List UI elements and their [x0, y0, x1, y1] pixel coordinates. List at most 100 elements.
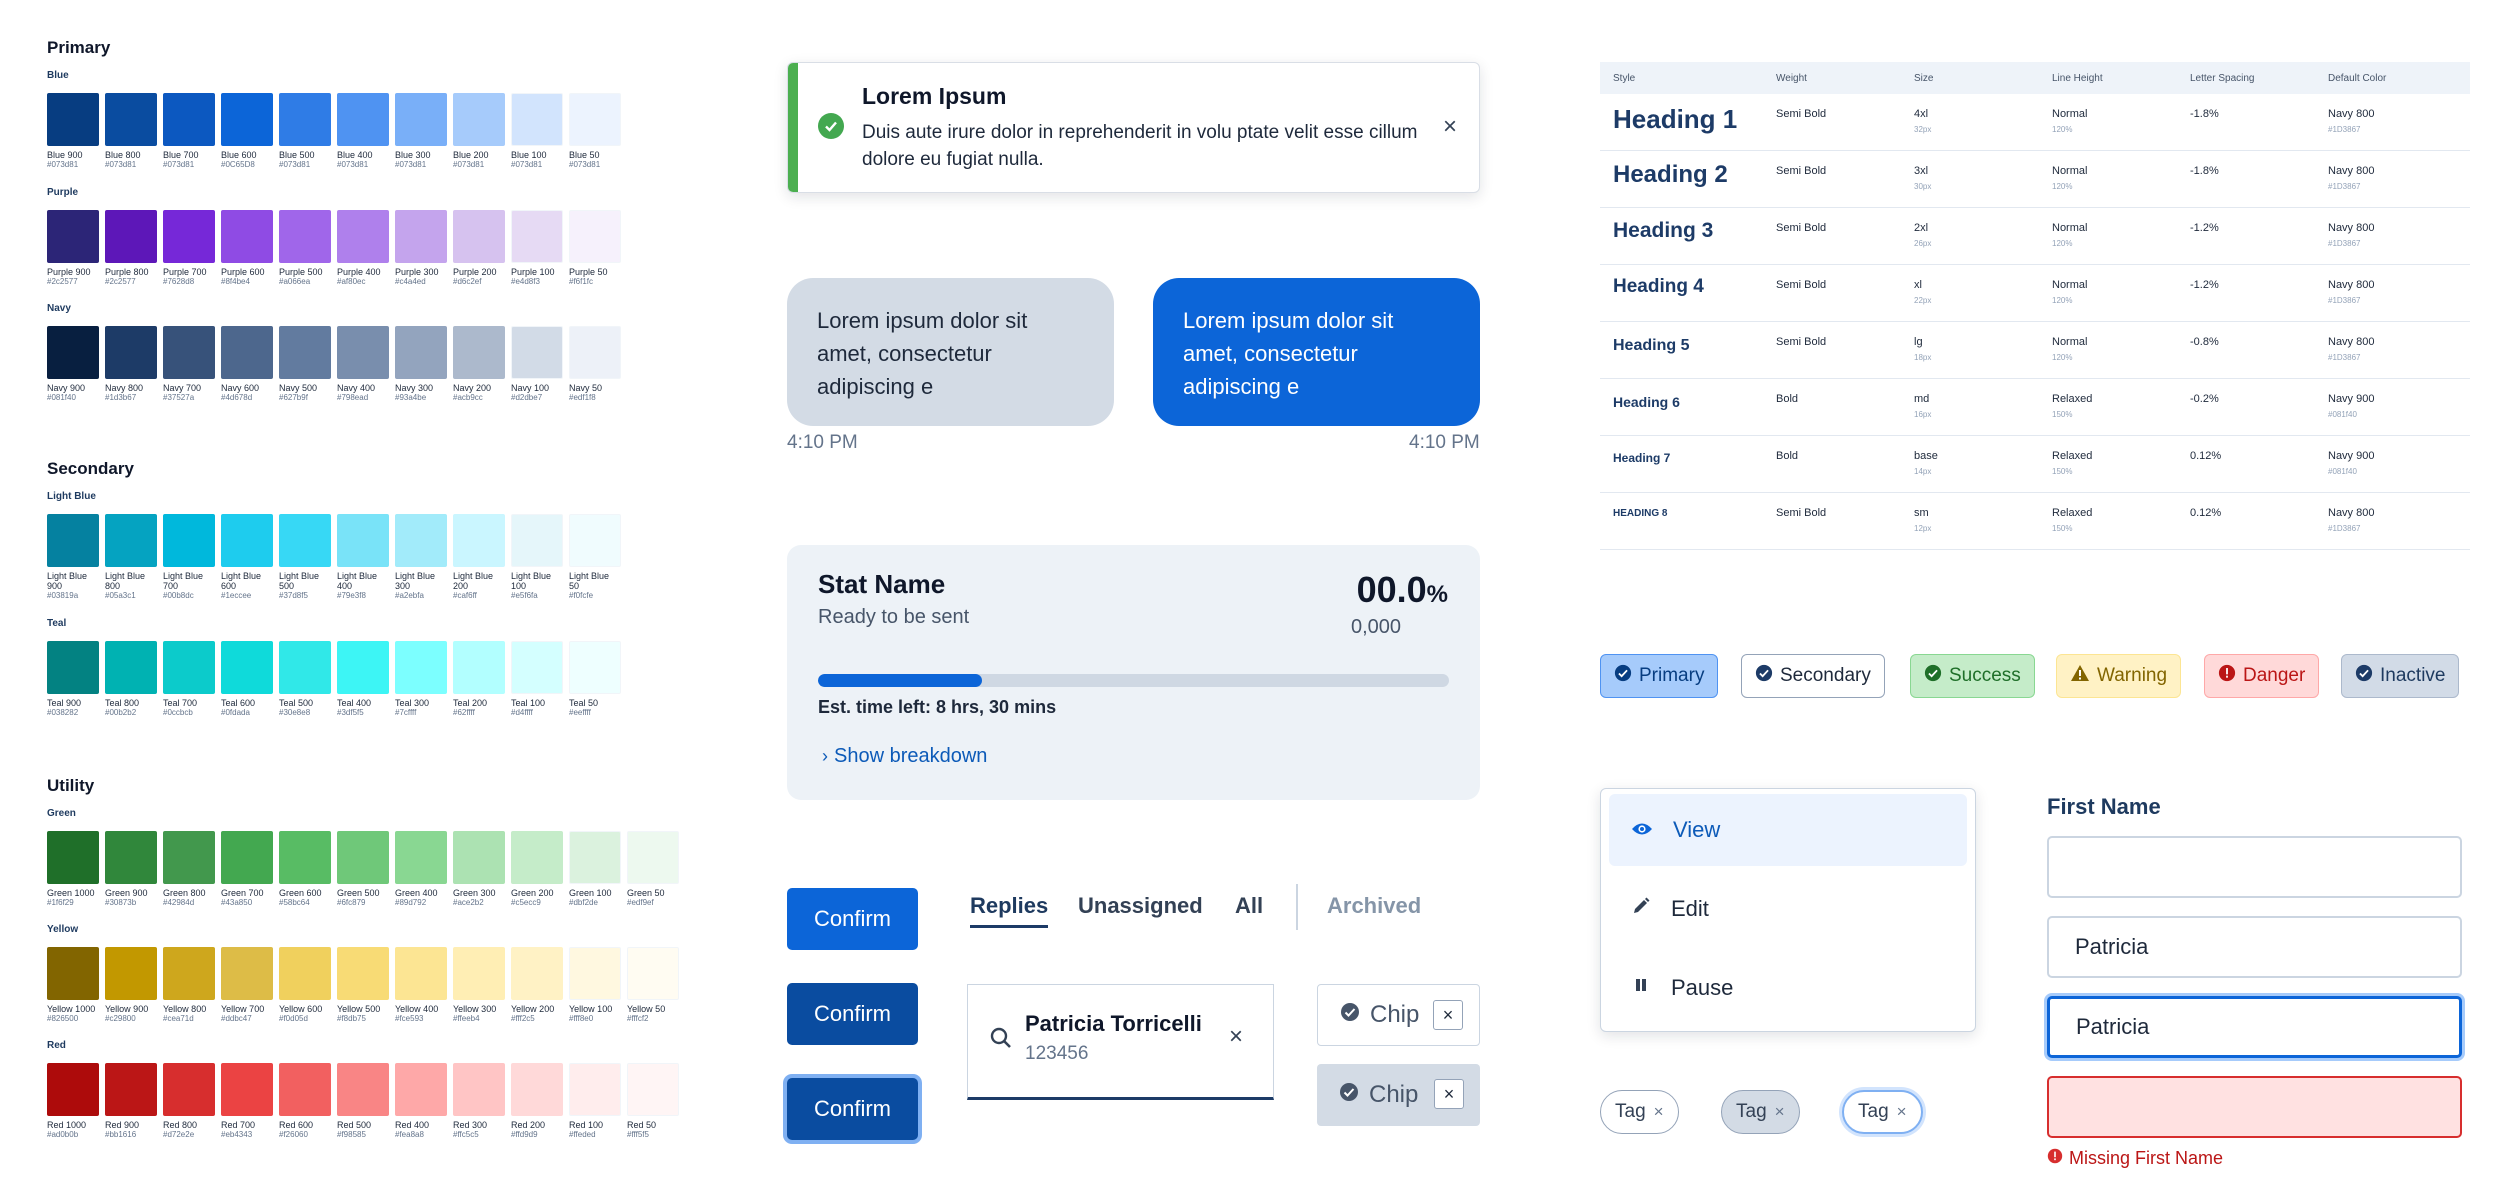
swatch-color	[511, 93, 563, 146]
line-height-cell: Normal 120%	[2052, 222, 2190, 250]
check-circle-icon	[1339, 1081, 1359, 1109]
tab-archived[interactable]: Archived	[1327, 893, 1421, 919]
show-breakdown-link[interactable]: › Show breakdown	[822, 745, 987, 768]
default-color-cell: Navy 800 #1D3867	[2328, 222, 2470, 250]
swatch-hex: #073d81	[47, 160, 79, 169]
swatch-name: Green 600	[279, 888, 322, 898]
color-swatch: Red 100 #ffeded	[569, 1063, 621, 1140]
tab-all[interactable]: All	[1235, 893, 1263, 919]
line-height-cell-detail: 120%	[2052, 125, 2073, 134]
default-color-cell-detail: #1D3867	[2328, 239, 2361, 248]
color-swatch: Light Blue 900 #03819a	[47, 514, 99, 601]
selected-contact-field[interactable]: Patricia Torricelli 123456 ×	[967, 984, 1274, 1100]
badge-success-label: Success	[1949, 665, 2021, 686]
swatch-name: Navy 100	[511, 383, 550, 393]
confirm-button-default[interactable]: Confirm	[787, 888, 918, 950]
toast-close-icon[interactable]: ×	[1443, 113, 1457, 141]
badge-success: Success	[1910, 654, 2035, 698]
table-row: Heading 5 Semi Bold lg 18px Normal 120% -0.8% N…	[1600, 322, 2470, 379]
default-color-cell-value: Navy 800	[2328, 336, 2375, 348]
size-cell-detail: 12px	[1914, 524, 1932, 533]
toast-accent-bar	[788, 63, 798, 192]
teal-label: Teal	[47, 618, 67, 629]
menu-item-pause[interactable]: Pause	[1609, 952, 1967, 1024]
weight-cell: Semi Bold	[1776, 165, 1914, 178]
color-swatch: Green 500 #6fc879	[337, 831, 389, 908]
confirm-button-hover[interactable]: Confirm	[787, 983, 918, 1045]
stat-unit: %	[1426, 581, 1448, 608]
tag-focused[interactable]: Tag ×	[1842, 1090, 1923, 1134]
swatch-hex: #00b8dc	[163, 591, 194, 600]
swatch-color	[395, 514, 447, 567]
swatch-name: Yellow 50	[627, 1004, 666, 1014]
default-color-cell-value: Navy 800	[2328, 222, 2375, 234]
letter-spacing-cell: -1.2%	[2190, 279, 2328, 292]
swatch-name: Teal 200	[453, 698, 488, 708]
color-swatch: Green 1000 #1f6f29	[47, 831, 99, 908]
menu-item-edit[interactable]: Edit	[1609, 873, 1967, 945]
tag-remove-icon[interactable]: ×	[1654, 1102, 1664, 1122]
color-swatch: Green 300 #ace2b2	[453, 831, 505, 908]
tag-remove-icon[interactable]: ×	[1897, 1102, 1907, 1122]
swatch-color	[163, 326, 215, 379]
swatch-name: Blue 50	[569, 150, 600, 160]
weight-cell-value: Bold	[1776, 450, 1799, 462]
color-swatch: Red 300 #ffc5c5	[453, 1063, 505, 1140]
swatch-hex: #7628d8	[163, 277, 195, 286]
swatch-hex: #f26060	[279, 1130, 308, 1139]
weight-cell: Semi Bold	[1776, 222, 1914, 235]
chip-remove-icon[interactable]: ×	[1434, 1079, 1464, 1109]
size-cell: 2xl 26px	[1914, 222, 2052, 250]
size-cell-detail: 26px	[1914, 239, 1932, 248]
chip-default[interactable]: Chip ×	[1317, 984, 1480, 1046]
color-swatch: Purple 50 #f6f1fc	[569, 210, 621, 287]
tab-unassigned[interactable]: Unassigned	[1078, 893, 1203, 919]
swatch-color	[337, 641, 389, 694]
confirm-button-focused[interactable]: Confirm	[787, 1078, 918, 1140]
lightblue-swatch-row: Light Blue 900 #03819a Light Blue 800 #05a3…	[47, 514, 621, 601]
first-name-field-empty[interactable]	[2047, 836, 2462, 898]
letter-spacing-cell-value: -0.2%	[2190, 393, 2219, 405]
letter-spacing-cell: -1.2%	[2190, 222, 2328, 235]
swatch-hex: #89d792	[395, 898, 427, 907]
swatch-name: Teal 100	[511, 698, 546, 708]
color-swatch: Blue 50 #073d81	[569, 93, 621, 170]
swatch-color	[47, 514, 99, 567]
letter-spacing-cell: -1.8%	[2190, 108, 2328, 121]
style-cell-value: Heading 6	[1613, 394, 1680, 410]
menu-item-label: View	[1673, 817, 1721, 842]
clear-contact-icon[interactable]: ×	[1229, 1023, 1243, 1051]
first-name-field-filled[interactable]: Patricia	[2047, 916, 2462, 978]
swatch-hex: #fffcf2	[627, 1014, 649, 1023]
first-name-field-focused[interactable]: Patricia	[2047, 996, 2462, 1058]
color-swatch: Green 200 #c5ecc9	[511, 831, 563, 908]
chip-remove-icon[interactable]: ×	[1433, 1000, 1463, 1030]
swatch-hex: #cea71d	[163, 1014, 194, 1023]
tag-selected[interactable]: Tag ×	[1721, 1090, 1800, 1134]
menu-item-view[interactable]: View	[1609, 794, 1967, 866]
swatch-hex: #ace2b2	[453, 898, 484, 907]
swatch-hex: #79e3f8	[337, 591, 366, 600]
stat-eta: Est. time left: 8 hrs, 30 mins	[818, 697, 1057, 717]
swatch-color	[569, 93, 621, 146]
swatch-color	[511, 831, 563, 884]
tab-replies[interactable]: Replies	[970, 893, 1049, 928]
swatch-name: Red 900	[105, 1120, 140, 1130]
swatch-name: Navy 500	[279, 383, 318, 393]
swatch-hex: #2c2577	[105, 277, 136, 286]
swatch-name: Light Blue 400	[337, 571, 378, 591]
swatch-hex: #fff2c5	[511, 1014, 535, 1023]
tag-default[interactable]: Tag ×	[1600, 1090, 1679, 1134]
tag-remove-icon[interactable]: ×	[1775, 1102, 1785, 1122]
swatch-hex: #1d3b67	[105, 393, 137, 402]
swatch-hex: #58bc64	[279, 898, 310, 907]
swatch-hex: #073d81	[279, 160, 311, 169]
swatch-color	[395, 210, 447, 263]
weight-cell: Bold	[1776, 393, 1914, 406]
color-swatch: Purple 100 #e4d8f3	[511, 210, 563, 287]
swatch-hex: #93a4be	[395, 393, 427, 402]
color-swatch: Blue 700 #073d81	[163, 93, 215, 170]
style-cell: Heading 6	[1600, 393, 1776, 411]
first-name-field-error[interactable]	[2047, 1076, 2462, 1138]
chip-selected[interactable]: Chip ×	[1317, 1064, 1480, 1126]
